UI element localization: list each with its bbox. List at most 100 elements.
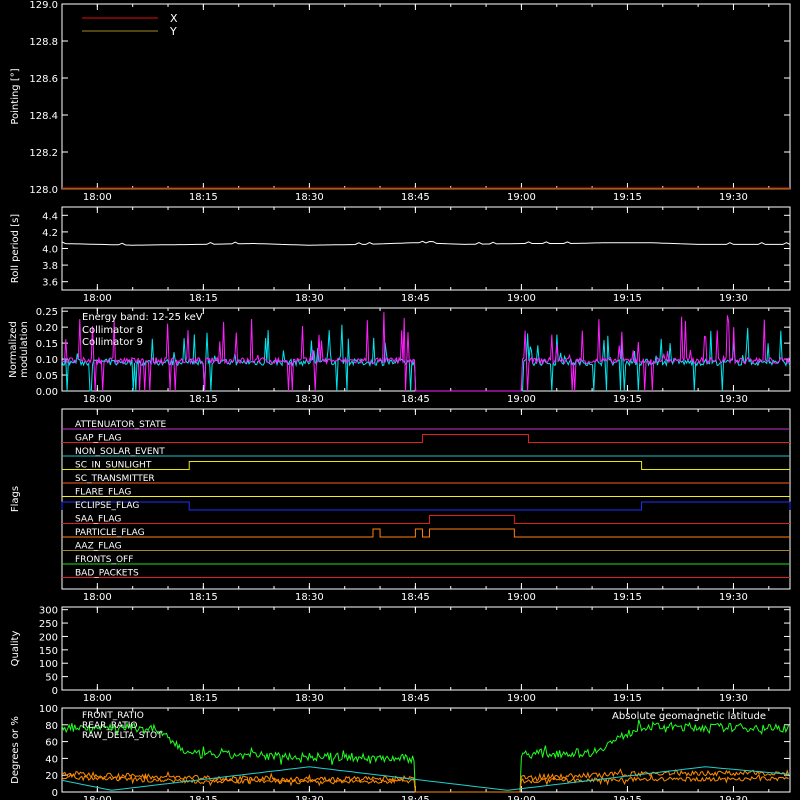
flag-label-attenuator-state: ATTENUATOR_STATE [75, 420, 167, 430]
legend-label-y: Y [169, 25, 177, 38]
y-tick-label: 4.2 [42, 228, 58, 239]
series-line-front-ratio [61, 719, 790, 793]
y-tick-label: 100 [39, 659, 58, 670]
x-tick-label: 18:00 [83, 192, 112, 203]
x-tick-label: 18:45 [401, 795, 430, 800]
x-tick-label: 18:30 [295, 795, 324, 800]
y-tick-label: 0.25 [36, 307, 58, 318]
y-tick-label: 128.0 [29, 185, 58, 196]
quicklook-panels-svg: 18:00 18:15 18:30 18:45 19:00 19:15 19:30 128.0… [8, 0, 791, 800]
x-tick-label: 19:30 [719, 293, 748, 304]
panel-4-frame [61, 606, 791, 691]
y-tick-label: 0.05 [36, 371, 58, 382]
panel-3-frame [61, 408, 791, 590]
y-tick-label: 0.15 [36, 339, 58, 350]
y-tick-label: 60 [45, 738, 58, 749]
flag-label-sc-transmitter: SC_TRANSMITTER [75, 474, 155, 484]
x-tick-label: 18:00 [83, 394, 112, 405]
legend-label-collimator-8: Collimator 8 [82, 325, 143, 336]
x-tick-label: 19:15 [613, 394, 642, 405]
y-tick-label: 150 [39, 646, 58, 657]
x-tick-label: 18:15 [189, 394, 218, 405]
x-tick-label: 18:30 [295, 394, 324, 405]
x-tick-label: 19:15 [613, 293, 642, 304]
stix-quicklook-figure: 18:00 18:15 18:30 18:45 19:00 19:15 19:30 128.0… [0, 0, 800, 800]
y-tick-label: 0.20 [36, 323, 58, 334]
x-tick-label: 19:00 [507, 192, 536, 203]
y-tick-label: 3.8 [42, 261, 58, 272]
x-tick-label: 18:45 [401, 693, 430, 704]
y-tick-label: 100 [39, 704, 58, 715]
y-axis-label: Roll period [s] [10, 214, 21, 283]
y-tick-label: 129.0 [29, 0, 58, 11]
y-tick-label: 0.10 [36, 355, 58, 366]
y-tick-label: 3.6 [42, 278, 58, 289]
x-tick-label: 19:00 [507, 795, 536, 800]
flag-label-flare-flag: FLARE_FLAG [75, 488, 131, 498]
y-tick-label: 4.0 [42, 245, 58, 256]
x-tick-label: 18:15 [189, 192, 218, 203]
y-axis-label: Flags [10, 486, 21, 512]
series-line-absolute-geomagnetic-latitude [61, 766, 791, 791]
y-tick-label: 0 [52, 788, 58, 799]
x-tick-label: 18:45 [401, 192, 430, 203]
y-tick-label: 20 [45, 771, 58, 782]
y-tick-label: 128.4 [29, 111, 58, 122]
y-axis-label: Quality [10, 631, 21, 667]
flag-line-particle-flag [62, 528, 790, 538]
x-tick-label: 19:00 [507, 293, 536, 304]
x-tick-label: 19:00 [507, 592, 536, 603]
x-tick-label: 18:15 [189, 592, 218, 603]
x-tick-label: 18:15 [189, 693, 218, 704]
x-tick-label: 18:45 [401, 394, 430, 405]
flag-label-fronts-off: FRONTS_OFF [75, 555, 133, 565]
y-tick-label: 50 [45, 673, 58, 684]
x-tick-label: 18:45 [401, 293, 430, 304]
flag-line-saa-flag [62, 515, 790, 524]
flag-label-non-solar-event: NON_SOLAR_EVENT [75, 447, 165, 457]
flag-line-eclipse-flag [61, 501, 791, 511]
flag-label-gap-flag: GAP_FLAG [75, 434, 121, 444]
x-tick-label: 18:15 [189, 293, 218, 304]
y-axis-label: modulation [19, 321, 30, 378]
x-tick-label: 18:00 [83, 795, 112, 800]
y-tick-label: 80 [45, 721, 58, 732]
y-tick-label: 200 [39, 632, 58, 643]
x-tick-label: 19:30 [719, 592, 748, 603]
y-tick-label: 0 [52, 686, 58, 697]
x-tick-label: 18:30 [295, 293, 324, 304]
legend-label-x: X [170, 12, 178, 25]
x-tick-label: 19:30 [719, 693, 748, 704]
panel-1-frame [61, 206, 791, 291]
x-tick-label: 18:15 [189, 795, 218, 800]
flag-label-saa-flag: SAA_FLAG [75, 515, 121, 525]
flag-label-particle-flag: PARTICLE_FLAG [75, 528, 145, 538]
x-tick-label: 18:00 [83, 592, 112, 603]
y-tick-label: 40 [45, 754, 58, 765]
legend-label-collimator-9: Collimator 9 [82, 337, 143, 348]
y-tick-label: 300 [39, 606, 58, 617]
legend-label-geomagnetic-latitude: Absolute geomagnetic latitude [612, 711, 766, 722]
x-tick-label: 19:30 [719, 795, 748, 800]
y-axis-label: Degrees or % [10, 716, 21, 784]
x-tick-label: 19:15 [613, 592, 642, 603]
x-tick-label: 19:00 [507, 693, 536, 704]
x-tick-label: 18:30 [295, 592, 324, 603]
energy-band-label: Energy band: 12-25 keV [82, 312, 203, 323]
flag-label-eclipse-flag: ECLIPSE_FLAG [75, 501, 139, 511]
x-tick-label: 19:00 [507, 394, 536, 405]
x-tick-label: 18:30 [295, 693, 324, 704]
x-tick-label: 19:30 [719, 192, 748, 203]
flag-line-gap-flag [62, 434, 790, 443]
flag-label-aaz-flag: AAZ_FLAG [75, 542, 122, 552]
x-tick-label: 18:00 [83, 693, 112, 704]
x-tick-label: 18:30 [295, 192, 324, 203]
x-tick-label: 19:30 [719, 394, 748, 405]
y-tick-label: 0.00 [36, 387, 58, 398]
legend-label-raw-delta-stot: RAW_DELTA_STOT [82, 731, 163, 741]
roll-period-line [61, 240, 791, 246]
modulation-line-collimator-9 [61, 312, 791, 392]
x-tick-label: 18:45 [401, 592, 430, 603]
flag-label-bad-packets: BAD_PACKETS [75, 569, 139, 579]
x-tick-label: 19:15 [613, 693, 642, 704]
